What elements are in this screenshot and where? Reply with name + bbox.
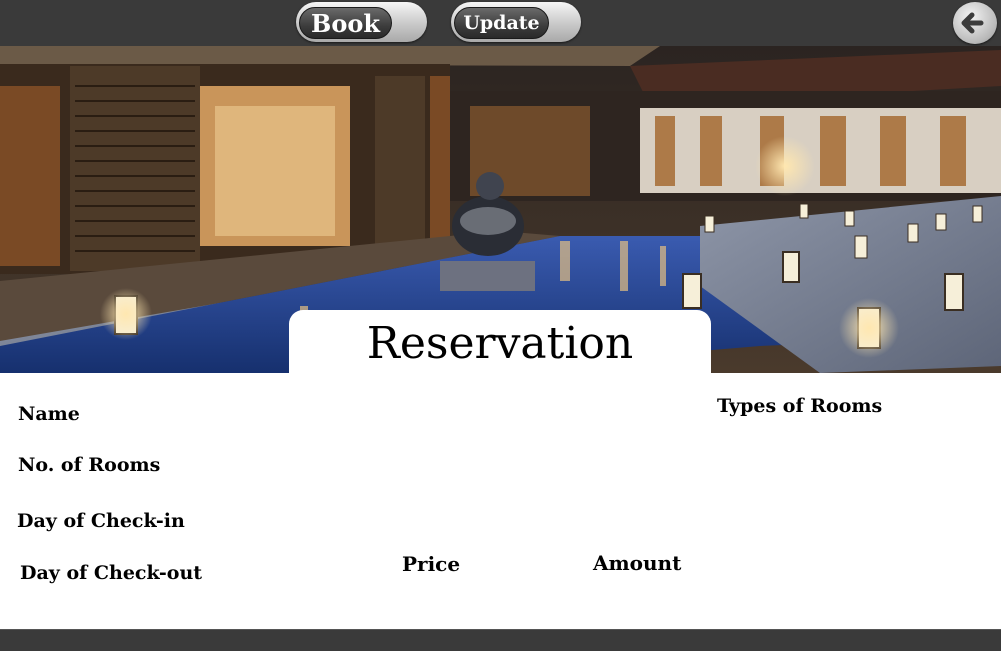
page-title: Reservation — [366, 318, 634, 369]
back-button[interactable] — [953, 2, 997, 44]
checkin-label: Day of Check-in — [17, 510, 185, 532]
amount-label: Amount — [593, 551, 682, 575]
update-button[interactable]: Update — [451, 2, 581, 42]
reservation-title-tab: Reservation — [289, 310, 711, 374]
arrow-left-icon — [961, 12, 984, 34]
update-button-label: Update — [454, 7, 549, 39]
checkout-label: Day of Check-out — [20, 562, 203, 584]
rooms-label: No. of Rooms — [18, 454, 161, 476]
book-button[interactable]: Book — [296, 2, 427, 42]
bottom-bar — [0, 629, 1001, 651]
name-label: Name — [18, 403, 80, 425]
price-label: Price — [402, 552, 461, 576]
book-button-label: Book — [299, 7, 392, 39]
room-types-label: Types of Rooms — [717, 395, 883, 417]
top-toolbar: Book Update — [0, 0, 1001, 46]
